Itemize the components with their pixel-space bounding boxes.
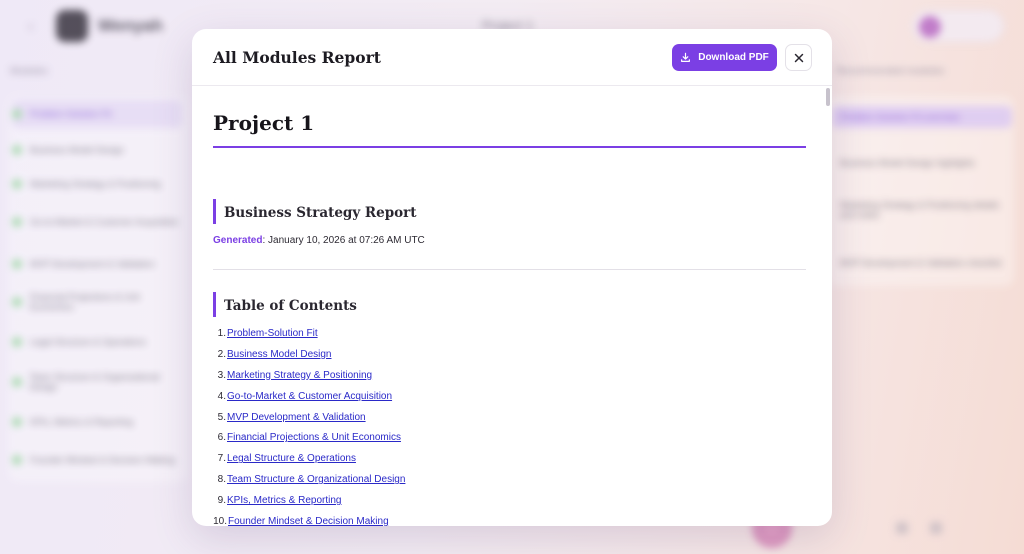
toc-link[interactable]: Marketing Strategy & Positioning — [227, 370, 372, 381]
sidebar-item: Problem-Solution Fit — [12, 100, 182, 128]
toc-link[interactable]: Business Model Design — [227, 349, 332, 360]
sidebar-item: Marketing Strategy & Positioning — [12, 170, 182, 198]
toc-link[interactable]: Legal Structure & Operations — [227, 453, 356, 464]
sidebar-item-label: Problem-Solution Fit — [30, 109, 112, 119]
toc-number: 2. — [217, 348, 226, 360]
toc-number: 5. — [217, 411, 226, 423]
avatar — [919, 16, 941, 38]
right-section-label: Recommended modules — [836, 66, 945, 77]
sidebar-item-label: MVP Development & Validation — [30, 259, 155, 269]
sidebar-item: Founder Mindset & Decision Making — [12, 446, 182, 474]
status-dot-icon — [12, 217, 22, 227]
toc-link[interactable]: Founder Mindset & Decision Making — [228, 516, 389, 526]
toc-link[interactable]: Financial Projections & Unit Economics — [227, 432, 401, 443]
table-of-contents: 1. Problem-Solution Fit 2. Business Model … — [213, 323, 405, 526]
brand-name: Wenyah — [98, 16, 163, 35]
sidebar-item: Legal Structure & Operations — [12, 328, 182, 356]
toc-number: 7. — [217, 453, 226, 465]
toc-item: 7. Legal Structure & Operations — [213, 448, 405, 469]
download-pdf-label: Download PDF — [698, 52, 769, 63]
sidebar-item-label: Go-to-Market & Customer Acquisition — [30, 217, 179, 227]
modal-header: All Modules Report Download PDF — [192, 29, 832, 86]
status-dot-icon — [12, 109, 22, 119]
status-dot-icon — [12, 377, 22, 387]
sidebar-item-label: Legal Structure & Operations — [30, 337, 147, 347]
sidebar-section-label: Modules — [10, 66, 48, 77]
status-dot-icon — [12, 259, 22, 269]
heading-divider — [213, 146, 806, 148]
generated-line: Generated: January 10, 2026 at 07:26 AM … — [213, 235, 425, 246]
toc-item: 4. Go-to-Market & Customer Acquisition — [213, 386, 405, 407]
toc-link[interactable]: Go-to-Market & Customer Acquisition — [227, 391, 392, 402]
sidebar-item: Team Structure & Organizational Design — [12, 368, 182, 396]
sidebar-item: KPIs, Metrics & Reporting — [12, 408, 182, 436]
status-dot-icon — [12, 297, 22, 307]
report-heading: Business Strategy Report — [224, 205, 417, 221]
project-heading: Project 1 — [213, 111, 315, 135]
generated-label: Generated — [213, 235, 263, 246]
scrollbar[interactable] — [826, 88, 830, 106]
sidebar-item-label: KPIs, Metrics & Reporting — [30, 417, 134, 427]
sidebar-item: Financial Projections & Unit Economics — [12, 288, 182, 316]
toc-number: 8. — [217, 474, 226, 486]
toc-link[interactable]: KPIs, Metrics & Reporting — [227, 495, 341, 506]
sidebar-item-label: Team Structure & Organizational Design — [29, 372, 160, 392]
toc-number: 1. — [217, 327, 226, 339]
modal-title: All Modules Report — [213, 48, 381, 67]
section-accent-bar — [213, 292, 216, 317]
sidebar-item: Business Model Design — [12, 136, 182, 164]
report-modal: All Modules Report Download PDF Project … — [192, 29, 832, 526]
toc-number: 4. — [217, 390, 226, 402]
toc-number: 6. — [217, 432, 226, 444]
status-dot-icon — [12, 337, 22, 347]
sidebar-item: MVP Development & Validation — [12, 250, 182, 278]
section-accent-bar — [213, 199, 216, 224]
close-icon — [794, 53, 803, 62]
toolbar-icon — [896, 522, 908, 534]
download-pdf-button[interactable]: Download PDF — [672, 44, 777, 71]
user-menu — [912, 10, 1004, 42]
toc-number: 9. — [217, 495, 226, 507]
right-list-item: Business Model Design highlights — [840, 158, 975, 168]
toc-number: 3. — [217, 369, 226, 381]
toc-item: 8. Team Structure & Organizational Design — [213, 469, 406, 490]
toc-item: 1. Problem-Solution Fit — [213, 323, 405, 344]
sidebar-item-label: Financial Projections & Unit Economics — [29, 292, 140, 312]
status-dot-icon — [12, 179, 22, 189]
toc-link[interactable]: MVP Development & Validation — [227, 412, 366, 423]
sidebar-item-label: Founder Mindset & Decision Making — [30, 455, 175, 465]
toc-item: 10. Founder Mindset & Decision Making — [213, 511, 405, 526]
back-arrow-icon: ‹ — [28, 18, 34, 35]
right-list-item: Marketing Strategy & Positioning details… — [840, 200, 1000, 220]
report-content[interactable]: Project 1 Business Strategy Report Gener… — [192, 86, 832, 526]
toc-heading: Table of Contents — [224, 298, 357, 314]
status-dot-icon — [12, 455, 22, 465]
toolbar-icon — [930, 522, 942, 534]
sidebar-item-label: Marketing Strategy & Positioning — [30, 179, 161, 189]
toc-item: 3. Marketing Strategy & Positioning — [213, 365, 405, 386]
right-list-item: MVP Development & Validation checklist — [840, 258, 1002, 268]
download-icon — [681, 52, 691, 62]
generated-value: : January 10, 2026 at 07:26 AM UTC — [262, 235, 425, 246]
toc-number: 10. — [213, 515, 227, 526]
toc-item: 5. MVP Development & Validation — [213, 407, 405, 428]
sidebar-item-label: Business Model Design — [30, 145, 125, 155]
toc-item: 2. Business Model Design — [213, 344, 405, 365]
sidebar-item: Go-to-Market & Customer Acquisition — [12, 208, 182, 236]
right-list-item: Problem-Solution Fit overview — [832, 106, 1012, 128]
app-logo — [56, 10, 88, 42]
status-dot-icon — [12, 417, 22, 427]
toc-item: 6. Financial Projections & Unit Economics — [213, 427, 405, 448]
section-divider — [213, 269, 806, 270]
toc-item: 9. KPIs, Metrics & Reporting — [213, 490, 405, 511]
close-button[interactable] — [785, 44, 812, 71]
status-dot-icon — [12, 145, 22, 155]
toc-link[interactable]: Team Structure & Organizational Design — [227, 474, 405, 485]
toc-link[interactable]: Problem-Solution Fit — [227, 328, 318, 339]
